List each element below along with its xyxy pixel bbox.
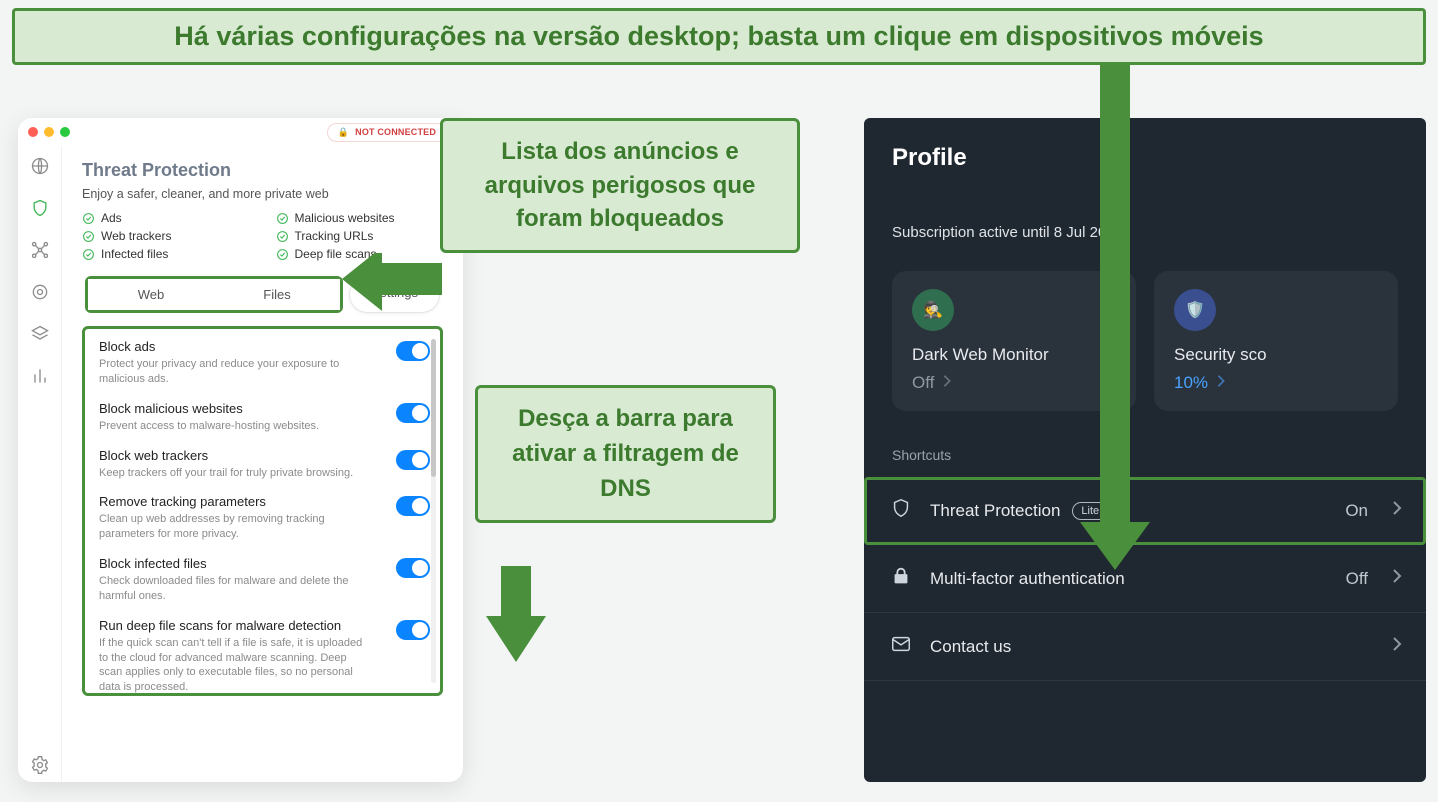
check-icon [276, 230, 289, 243]
setting-title: Block ads [99, 339, 398, 354]
arrow-scroll-down [486, 566, 546, 662]
list-item-label: Multi-factor authentication [930, 569, 1330, 589]
close-dot[interactable] [28, 127, 38, 137]
tabs-highlight: Web Files [85, 276, 343, 313]
setting-deep-scan: Run deep file scans for malware detectio… [99, 618, 426, 695]
setting-desc: Clean up web addresses by removing track… [99, 512, 369, 542]
list-item-status: Off [1346, 569, 1368, 589]
setting-desc: Prevent access to malware-hosting websit… [99, 419, 369, 434]
list-item-status: On [1345, 501, 1368, 521]
scrollbar-thumb[interactable] [431, 339, 436, 477]
callout-blocked-list: Lista dos anúncios e arquivos perigosos … [440, 118, 800, 253]
callout-text: Lista dos anúncios e arquivos perigosos … [485, 138, 756, 232]
mail-icon [888, 633, 914, 660]
chevron-right-icon [1392, 636, 1402, 657]
connection-status-text: NOT CONNECTED [355, 127, 436, 137]
setting-block-trackers: Block web trackers Keep trackers off you… [99, 448, 426, 481]
mesh-icon[interactable] [30, 240, 50, 260]
setting-block-infected-files: Block infected files Check downloaded fi… [99, 556, 426, 604]
check-icon [82, 230, 95, 243]
check-icon [276, 212, 289, 225]
arrow-to-tabs [342, 253, 442, 333]
lock-icon [888, 565, 914, 592]
shield-outline-icon [888, 497, 914, 524]
chevron-right-icon [1392, 500, 1402, 521]
shield-badge-icon: 🛡️ [1174, 289, 1216, 331]
check-label: Infected files [101, 247, 168, 261]
check-label: Ads [101, 211, 122, 225]
setting-title: Remove tracking parameters [99, 494, 398, 509]
check-label: Web trackers [101, 229, 171, 243]
top-banner: Há várias configurações na versão deskto… [12, 8, 1426, 65]
setting-desc: Check downloaded files for malware and d… [99, 574, 369, 604]
globe-icon[interactable] [30, 156, 50, 176]
window-titlebar: 🔒 NOT CONNECTED [18, 118, 463, 146]
desktop-window: 🔒 NOT CONNECTED Threat Protection Enjoy … [18, 118, 463, 782]
card-value: 10% [1174, 373, 1378, 393]
check-trackingurls: Tracking URLs [276, 229, 444, 243]
chevron-right-icon [942, 373, 952, 393]
setting-block-ads: Block ads Protect your privacy and reduc… [99, 339, 426, 387]
check-ads: Ads [82, 211, 250, 225]
setting-block-malicious: Block malicious websites Prevent access … [99, 401, 426, 434]
check-label: Tracking URLs [295, 229, 374, 243]
setting-title: Block malicious websites [99, 401, 398, 416]
content-area: Threat Protection Enjoy a safer, cleaner… [62, 146, 463, 782]
tab-web[interactable]: Web [88, 279, 214, 310]
setting-desc: If the quick scan can't tell if a file i… [99, 636, 369, 695]
toggle-block-infected-files[interactable] [396, 558, 430, 578]
check-infected: Infected files [82, 247, 250, 261]
callout-scroll-dns: Desça a barra para ativar a filtragem de… [475, 385, 776, 523]
top-banner-text: Há várias configurações na versão deskto… [33, 21, 1405, 52]
setting-title: Block infected files [99, 556, 398, 571]
connection-status: 🔒 NOT CONNECTED [327, 123, 447, 142]
setting-remove-tracking-params: Remove tracking parameters Clean up web … [99, 494, 426, 542]
check-label: Malicious websites [295, 211, 395, 225]
page-title: Threat Protection [82, 160, 443, 181]
page-subtitle: Enjoy a safer, cleaner, and more private… [82, 187, 443, 201]
list-item-label: Contact us [930, 637, 1376, 657]
tab-files[interactable]: Files [214, 279, 340, 310]
setting-title: Run deep file scans for malware detectio… [99, 618, 398, 633]
list-item-text: Threat Protection [930, 501, 1060, 521]
setting-desc: Keep trackers off your trail for truly p… [99, 466, 369, 481]
card-title: Security sco [1174, 345, 1378, 365]
toggle-block-malicious[interactable] [396, 403, 430, 423]
chevron-right-icon [1216, 373, 1226, 393]
toggle-deep-scan[interactable] [396, 620, 430, 640]
card-value-text: Off [912, 373, 934, 393]
agent-icon: 🕵️ [912, 289, 954, 331]
arrow-to-mobile [1080, 62, 1150, 570]
toggle-block-ads[interactable] [396, 341, 430, 361]
scrollbar[interactable] [431, 339, 436, 683]
toggle-block-trackers[interactable] [396, 450, 430, 470]
card-value-text: 10% [1174, 373, 1208, 393]
minimize-dot[interactable] [44, 127, 54, 137]
list-item-contact[interactable]: Contact us [864, 613, 1426, 681]
check-icon [82, 212, 95, 225]
setting-title: Block web trackers [99, 448, 398, 463]
target-icon[interactable] [30, 282, 50, 302]
stats-icon[interactable] [30, 366, 50, 386]
check-trackers: Web trackers [82, 229, 250, 243]
check-icon [276, 248, 289, 261]
shield-icon[interactable] [30, 198, 50, 218]
check-icon [82, 248, 95, 261]
gear-icon[interactable] [30, 762, 50, 782]
settings-list: Block ads Protect your privacy and reduc… [82, 326, 443, 696]
lock-icon: 🔒 [338, 127, 349, 138]
list-item-text: Multi-factor authentication [930, 569, 1125, 589]
setting-desc: Protect your privacy and reduce your exp… [99, 357, 369, 387]
toggle-remove-tracking-params[interactable] [396, 496, 430, 516]
check-malicious: Malicious websites [276, 211, 444, 225]
maximize-dot[interactable] [60, 127, 70, 137]
callout-text: Desça a barra para ativar a filtragem de… [512, 405, 739, 502]
list-item-text: Contact us [930, 637, 1011, 657]
card-security-score[interactable]: 🛡️ Security sco 10% [1154, 271, 1398, 411]
chevron-right-icon [1392, 568, 1402, 589]
layers-icon[interactable] [30, 324, 50, 344]
left-rail [18, 146, 62, 782]
